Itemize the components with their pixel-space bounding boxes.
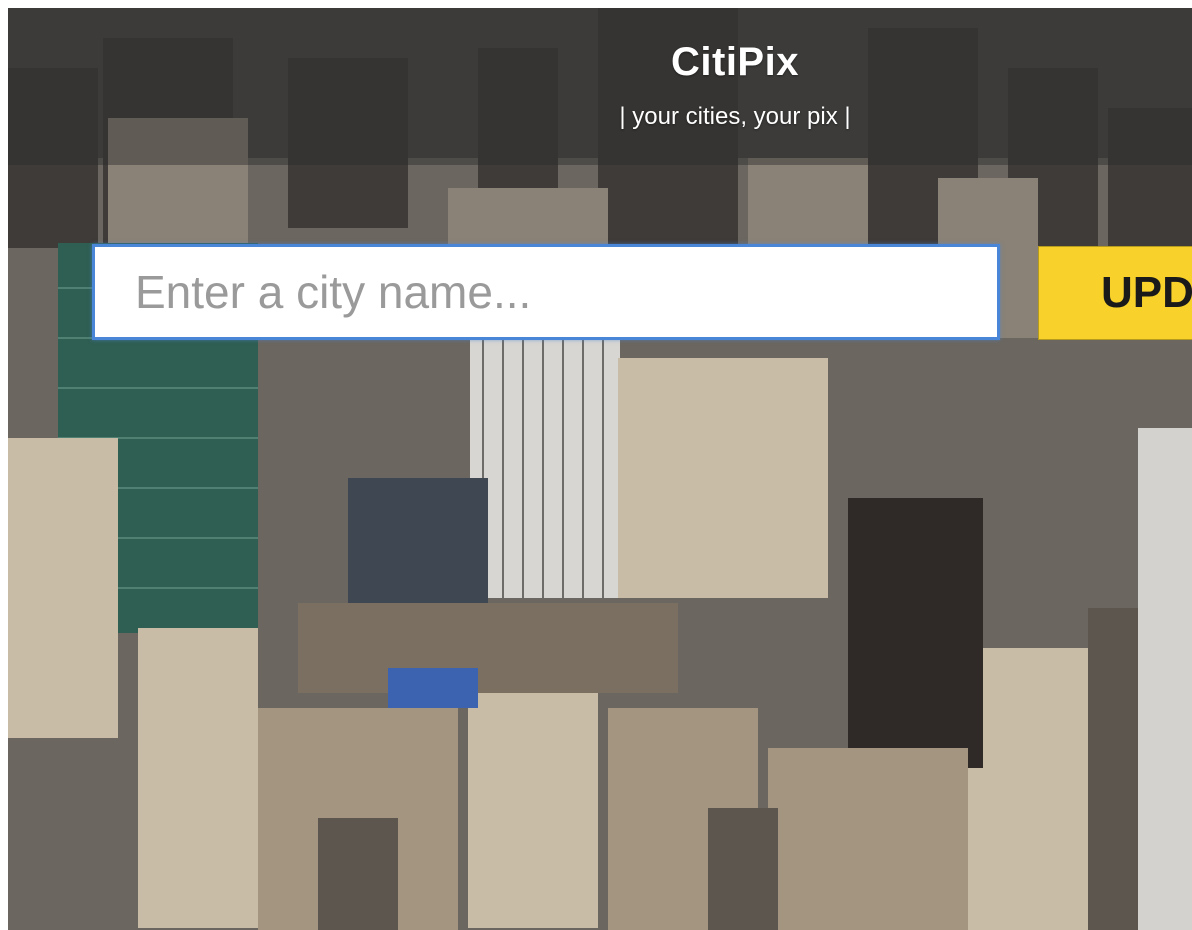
page: CitiPix | your cities, your pix | UPDATE [0,0,1192,930]
site-tagline: | your cities, your pix | [619,103,851,130]
site-title: CitiPix [671,40,799,84]
update-button[interactable]: UPDATE [1038,246,1192,340]
city-search-input[interactable] [92,244,1000,340]
header-bar [8,8,1192,165]
